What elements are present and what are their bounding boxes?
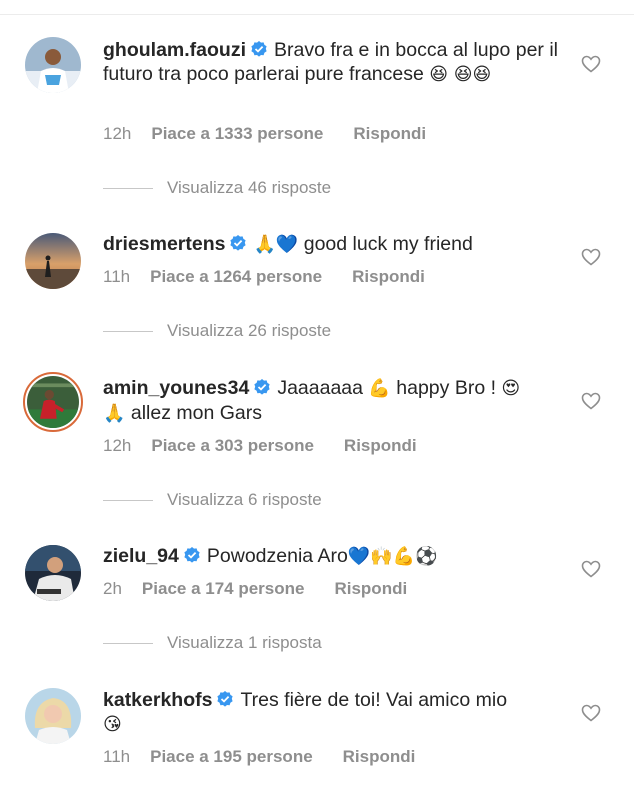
heart-outline-icon[interactable]	[581, 560, 601, 578]
comment-body: amin_younes34 Jaaaaaaa 💪 happy Bro ! 😍 🙏 a…	[103, 376, 563, 426]
avatar[interactable]	[25, 545, 81, 601]
view-replies-button[interactable]: Visualizza 6 risposte	[103, 490, 322, 510]
replies-divider	[103, 188, 153, 190]
comment-likes[interactable]: Piace a 174 persone	[142, 579, 305, 599]
comment-emoji: 😘	[103, 714, 122, 735]
comment-time: 2h	[103, 579, 122, 598]
comment-emoji: 😆 😆😆	[429, 64, 492, 85]
comment-likes[interactable]: Piace a 1333 persone	[151, 124, 323, 144]
comment-emoji-c: 🙏	[103, 403, 126, 424]
reply-button[interactable]: Rispondi	[344, 436, 417, 456]
view-replies-label: Visualizza 26 risposte	[167, 321, 332, 340]
comment-text: Tres fière de toi! Vai amico mio	[240, 689, 508, 711]
comment-username[interactable]: ghoulam.faouzi	[103, 39, 246, 61]
view-replies-label: Visualizza 46 risposte	[167, 178, 332, 197]
verified-badge-icon	[229, 234, 247, 252]
heart-outline-icon[interactable]	[581, 55, 601, 73]
comment-likes[interactable]: Piace a 1264 persone	[150, 267, 322, 287]
comment-meta: 2h Piace a 174 persone Rispondi	[103, 579, 407, 599]
comment-username[interactable]: amin_younes34	[103, 377, 249, 399]
avatar[interactable]	[25, 37, 81, 93]
comment-username[interactable]: zielu_94	[103, 545, 179, 567]
comment-text: good luck my friend	[303, 233, 473, 255]
verified-badge-icon	[183, 546, 201, 564]
verified-badge-icon	[253, 378, 271, 396]
comment-emoji-b: 😍	[501, 378, 521, 399]
comment-text: Powodzenia Aro	[206, 545, 348, 567]
comment-meta: 11h Piace a 1264 persone Rispondi	[103, 267, 425, 287]
view-replies-button[interactable]: Visualizza 26 risposte	[103, 321, 331, 341]
comment-text-b: happy Bro !	[396, 377, 496, 399]
comment-time: 12h	[103, 436, 132, 455]
view-replies-label: Visualizza 1 risposta	[167, 633, 322, 652]
comment-text-a: Jaaaaaaa	[277, 377, 363, 399]
verified-badge-icon	[216, 690, 234, 708]
comment-body: zielu_94 Powodzenia Aro💙🙌💪⚽	[103, 544, 563, 569]
avatar[interactable]	[25, 233, 81, 289]
comment-username[interactable]: katkerkhofs	[103, 689, 212, 711]
comment-time: 12h	[103, 124, 132, 143]
comment-text-c: allez mon Gars	[130, 402, 262, 424]
view-replies-button[interactable]: Visualizza 1 risposta	[103, 633, 322, 653]
comment-body: driesmertens 🙏💙 good luck my friend	[103, 232, 563, 257]
comment-body: katkerkhofs Tres fière de toi! Vai amico …	[103, 688, 563, 737]
comment-likes[interactable]: Piace a 303 persone	[151, 436, 314, 456]
view-replies-button[interactable]: Visualizza 46 risposte	[103, 178, 331, 198]
comment-emoji: 💙🙌💪⚽	[347, 546, 438, 567]
avatar[interactable]	[23, 372, 83, 432]
reply-button[interactable]: Rispondi	[352, 267, 425, 287]
comment-username[interactable]: driesmertens	[103, 233, 225, 255]
replies-divider	[103, 643, 153, 645]
comment-meta: 11h Piace a 195 persone Rispondi	[103, 747, 415, 767]
verified-badge-icon	[250, 40, 268, 58]
heart-outline-icon[interactable]	[581, 704, 601, 722]
replies-divider	[103, 500, 153, 502]
avatar[interactable]	[25, 688, 81, 744]
comment-time: 11h	[103, 747, 131, 766]
comment-body: ghoulam.faouzi Bravo fra e in bocca al lu…	[103, 38, 563, 87]
comment-meta: 12h Piace a 303 persone Rispondi	[103, 436, 417, 456]
comment-meta: 12h Piace a 1333 persone Rispondi	[103, 124, 426, 144]
replies-divider	[103, 331, 153, 333]
comment-likes[interactable]: Piace a 195 persone	[150, 747, 313, 767]
top-divider	[0, 14, 634, 15]
comment-time: 11h	[103, 267, 131, 286]
comment-emoji-a: 💪	[368, 378, 391, 399]
reply-button[interactable]: Rispondi	[353, 124, 426, 144]
comment-emoji: 🙏💙	[253, 234, 299, 255]
heart-outline-icon[interactable]	[581, 248, 601, 266]
heart-outline-icon[interactable]	[581, 392, 601, 410]
view-replies-label: Visualizza 6 risposte	[167, 490, 322, 509]
reply-button[interactable]: Rispondi	[343, 747, 416, 767]
reply-button[interactable]: Rispondi	[334, 579, 407, 599]
